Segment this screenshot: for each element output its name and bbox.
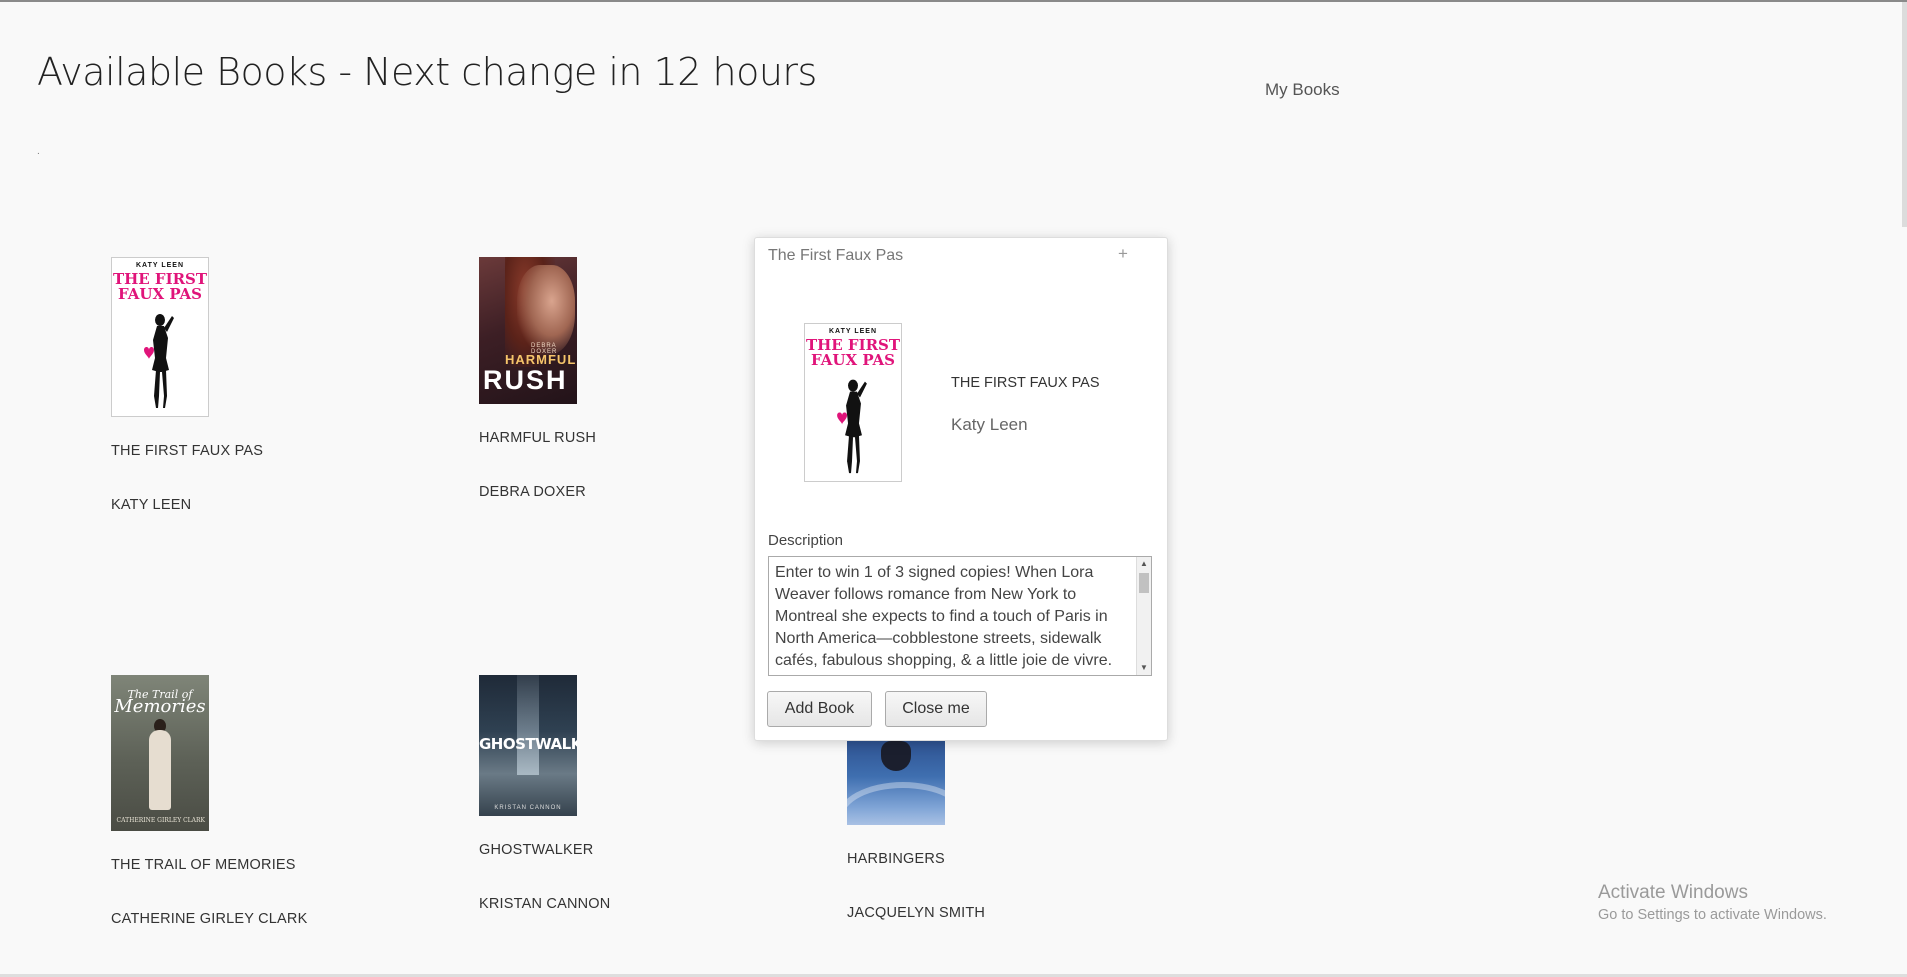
top-border [0, 0, 1907, 2]
book-card: The Trail of Memories CATHERINE GIRLEY C… [111, 675, 431, 927]
book-author: KATY LEEN [111, 497, 192, 513]
book-author: JACQUELYN SMITH [847, 905, 986, 921]
description-text: Enter to win 1 of 3 signed copies! When … [775, 564, 1113, 675]
page-title: Available Books - Next change in 12 hour… [37, 50, 817, 94]
book-card: GHOSTWALKER KRISTAN CANNON GHOSTWALKER K… [479, 675, 799, 912]
book-cover[interactable]: The Trail of Memories CATHERINE GIRLEY C… [111, 675, 209, 831]
book-cover[interactable]: KATY LEEN THE FIRST FAUX PAS [111, 257, 209, 417]
book-card: KATY LEEN THE FIRST FAUX PAS THE FIRST F… [111, 257, 431, 513]
book-card: HARBINGERS JACQUELYN SMITH [847, 737, 1167, 921]
dialog-book-cover: KATY LEEN THE FIRST FAUX PAS [804, 323, 902, 482]
book-title: THE FIRST FAUX PAS [111, 443, 264, 459]
book-author: CATHERINE GIRLEY CLARK [111, 911, 308, 927]
description-label: Description [768, 532, 844, 549]
activate-windows-watermark: Activate Windows Go to Settings to activ… [1598, 882, 1827, 923]
book-author: KRISTAN CANNON [479, 896, 611, 912]
description-textarea[interactable]: Enter to win 1 of 3 signed copies! When … [768, 556, 1152, 676]
book-cover[interactable]: GHOSTWALKER KRISTAN CANNON [479, 675, 577, 816]
book-cover[interactable]: DEBRA DOXER HARMFUL RUSH [479, 257, 577, 404]
book-title: HARMFUL RUSH [479, 430, 597, 446]
dialog-book-author: Katy Leen [951, 415, 1028, 434]
book-details-dialog: The First Faux Pas + KATY LEEN THE FIRST… [754, 237, 1168, 741]
book-title: HARBINGERS [847, 851, 945, 867]
add-book-button[interactable]: Add Book [767, 691, 872, 727]
description-scrollbar[interactable]: ▲ ▼ [1136, 557, 1151, 675]
book-title: THE TRAIL OF MEMORIES [111, 857, 296, 873]
my-books-link[interactable]: My Books [1265, 80, 1340, 100]
book-author: DEBRA DOXER [479, 484, 586, 500]
page-scrollbar[interactable] [1902, 2, 1907, 227]
close-icon[interactable]: + [1113, 244, 1133, 264]
header-dot: . [37, 146, 40, 157]
scroll-thumb[interactable] [1139, 573, 1149, 593]
silhouette-graphic [144, 314, 174, 408]
dialog-book-title: THE FIRST FAUX PAS [951, 375, 1100, 391]
dialog-title: The First Faux Pas [768, 247, 904, 264]
scroll-up-icon[interactable]: ▲ [1137, 557, 1151, 571]
close-me-button[interactable]: Close me [885, 691, 987, 727]
silhouette-graphic [837, 379, 867, 474]
book-card: DEBRA DOXER HARMFUL RUSH HARMFUL RUSH DE… [479, 257, 799, 500]
book-title: GHOSTWALKER [479, 842, 594, 858]
scroll-down-icon[interactable]: ▼ [1137, 661, 1151, 675]
book-cover[interactable] [847, 737, 945, 825]
